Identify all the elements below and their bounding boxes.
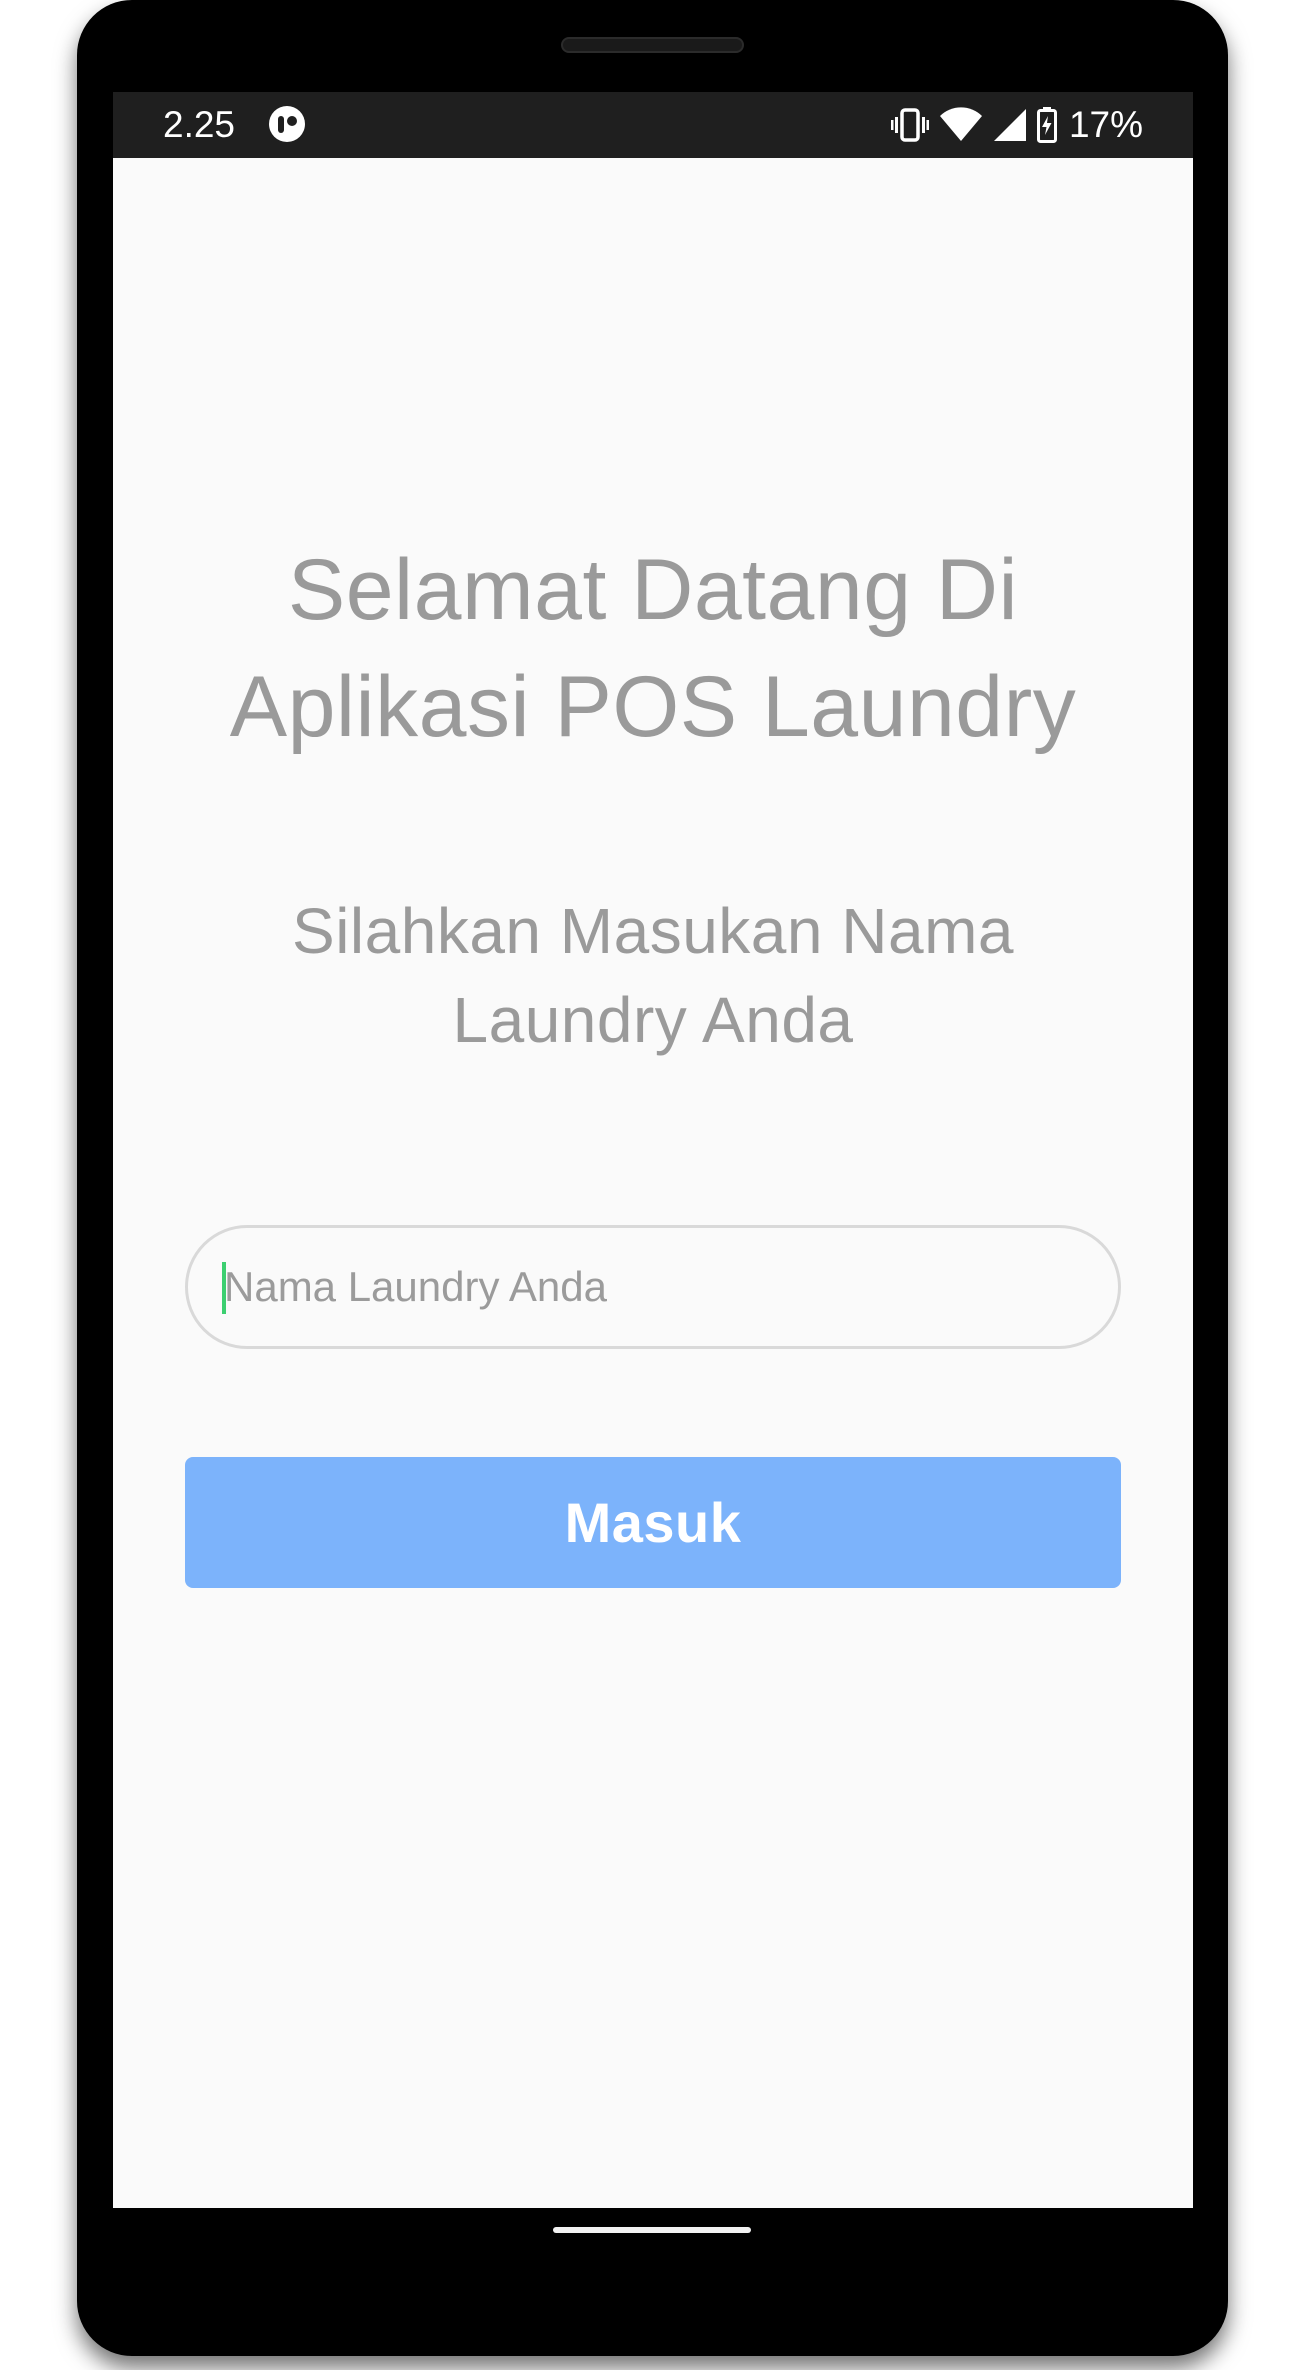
welcome-subtitle-line: Laundry Anda [452, 984, 854, 1056]
battery-charging-icon [1036, 107, 1057, 143]
app-screen: 2.25 17% Selamat Datang Di Aplikasi POS … [113, 92, 1193, 2208]
welcome-subtitle-line: Silahkan Masukan Nama [292, 895, 1014, 967]
navigation-bar [113, 2208, 1193, 2288]
phone-frame: 2.25 17% Selamat Datang Di Aplikasi POS … [77, 0, 1228, 2356]
notification-app-icon [269, 106, 305, 142]
status-bar: 2.25 17% [113, 92, 1193, 158]
signal-icon [993, 109, 1026, 141]
wifi-icon [939, 107, 982, 141]
status-icons: 17% [890, 102, 1143, 148]
login-button[interactable]: Masuk [185, 1457, 1121, 1588]
welcome-subtitle: Silahkan Masukan Nama Laundry Anda [113, 887, 1193, 1065]
welcome-title-line: Selamat Datang Di [287, 542, 1019, 638]
status-time: 2.25 [163, 104, 236, 145]
battery-percentage: 17% [1068, 104, 1143, 145]
laundry-name-input[interactable] [185, 1225, 1121, 1349]
vibrate-icon [890, 108, 929, 142]
text-cursor [222, 1262, 226, 1314]
welcome-title-line: Aplikasi POS Laundry [229, 659, 1077, 755]
earpiece-speaker [561, 37, 744, 53]
welcome-title: Selamat Datang Di Aplikasi POS Laundry [113, 532, 1193, 766]
home-indicator[interactable] [553, 2227, 751, 2233]
